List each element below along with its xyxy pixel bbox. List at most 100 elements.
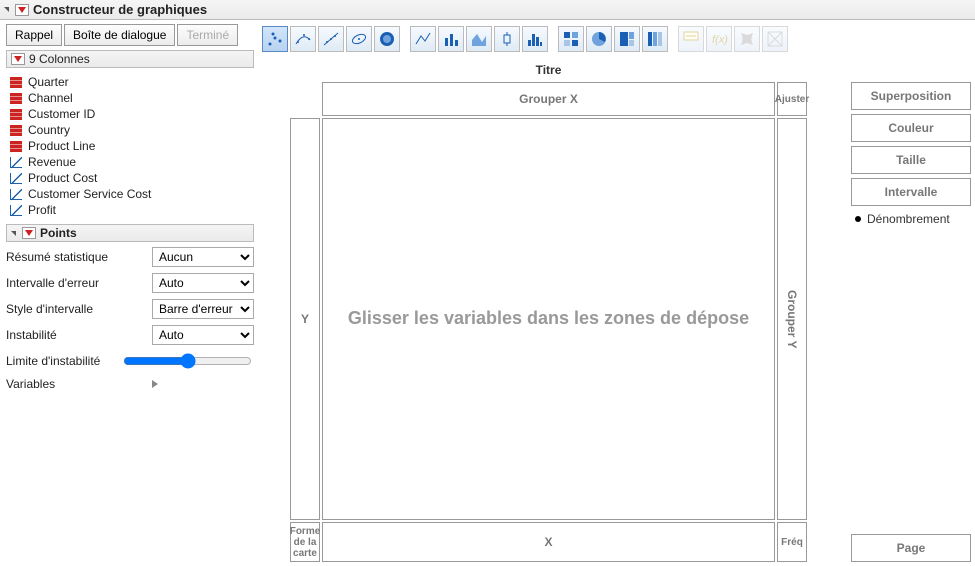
nominal-icon xyxy=(10,93,22,104)
columns-menu[interactable] xyxy=(11,53,25,65)
right-drop-column: Superposition Couleur Taille Intervalle … xyxy=(851,82,971,562)
jitter-label: Instabilité xyxy=(6,328,146,342)
chart-type-funnel[interactable] xyxy=(762,26,788,52)
column-item[interactable]: Quarter xyxy=(6,74,254,90)
group-x-zone[interactable]: Grouper X xyxy=(322,82,775,116)
column-item[interactable]: Customer ID xyxy=(6,106,254,122)
chart-type-pie[interactable] xyxy=(586,26,612,52)
canvas-area: f(x) Titre Grouper X Ajuster Y Glisser l… xyxy=(260,20,975,566)
chart-type-map[interactable] xyxy=(734,26,760,52)
chart-type-heatmap[interactable] xyxy=(558,26,584,52)
size-zone[interactable]: Taille xyxy=(851,146,971,174)
column-label: Customer ID xyxy=(28,107,95,121)
nominal-icon xyxy=(10,125,22,136)
overlay-zone[interactable]: Superposition xyxy=(851,82,971,110)
column-item[interactable]: Channel xyxy=(6,90,254,106)
column-item[interactable]: Product Cost xyxy=(6,170,254,186)
chart-type-treemap[interactable] xyxy=(614,26,640,52)
menu-triangle-icon xyxy=(18,7,26,13)
column-label: Profit xyxy=(28,203,56,217)
column-item[interactable]: Customer Service Cost xyxy=(6,186,254,202)
jitter-select[interactable]: Auto xyxy=(152,325,254,345)
column-label: Product Line xyxy=(28,139,95,153)
chart-type-parallel[interactable] xyxy=(678,26,704,52)
jitter-limit-label: Limite d'instabilité xyxy=(6,354,115,368)
chart-type-points-smooth[interactable] xyxy=(290,26,316,52)
summary-stat-label: Résumé statistique xyxy=(6,250,146,264)
group-y-zone[interactable]: Grouper Y xyxy=(777,118,807,520)
chart-type-bar[interactable] xyxy=(438,26,464,52)
continuous-icon xyxy=(10,173,22,184)
nominal-icon xyxy=(10,77,22,88)
count-item[interactable]: Dénombrement xyxy=(851,210,971,228)
bullet-icon xyxy=(855,216,861,222)
interval-style-select[interactable]: Barre d'erreur xyxy=(152,299,254,319)
column-label: Channel xyxy=(28,91,73,105)
column-item[interactable]: Product Line xyxy=(6,138,254,154)
points-section-header[interactable]: Points xyxy=(6,224,254,242)
disclosure-icon[interactable] xyxy=(4,7,9,12)
column-label: Quarter xyxy=(28,75,69,89)
nominal-icon xyxy=(10,141,22,152)
title-zone[interactable]: Titre xyxy=(322,60,775,80)
chart-drop-layout: Titre Grouper X Ajuster Y Glisser les va… xyxy=(262,60,971,562)
y-axis-zone[interactable]: Y xyxy=(290,118,320,520)
columns-header[interactable]: 9 Colonnes xyxy=(6,50,254,68)
map-shape-zone[interactable]: Forme de la carte xyxy=(290,522,320,562)
sidebar: Rappel Boîte de dialogue Terminé 9 Colon… xyxy=(0,20,260,566)
column-label: Customer Service Cost xyxy=(28,187,151,201)
page-zone[interactable]: Page xyxy=(851,534,971,562)
fit-zone[interactable]: Ajuster xyxy=(777,82,807,116)
continuous-icon xyxy=(10,189,22,200)
chart-type-histogram[interactable] xyxy=(522,26,548,52)
chart-type-points[interactable] xyxy=(262,26,288,52)
chart-type-points-line-fit[interactable] xyxy=(318,26,344,52)
x-axis-zone[interactable]: X xyxy=(322,522,775,562)
window-title: Constructeur de graphiques xyxy=(33,2,207,17)
columns-count: 9 Colonnes xyxy=(29,52,90,66)
left-gutter xyxy=(262,82,288,562)
interval-zone[interactable]: Intervalle xyxy=(851,178,971,206)
window-header: Constructeur de graphiques xyxy=(0,0,975,20)
column-label: Country xyxy=(28,123,70,137)
chart-type-boxplot[interactable] xyxy=(494,26,520,52)
column-item[interactable]: Profit xyxy=(6,202,254,218)
spacer xyxy=(809,82,849,562)
done-button: Terminé xyxy=(177,24,238,46)
nominal-icon xyxy=(10,109,22,120)
chart-type-ellipse[interactable] xyxy=(346,26,372,52)
chart-type-mosaic[interactable] xyxy=(642,26,668,52)
columns-list: Quarter Channel Customer ID Country Product … xyxy=(6,72,254,220)
error-interval-select[interactable]: Auto xyxy=(152,273,254,293)
points-menu[interactable] xyxy=(22,227,36,239)
dialog-button[interactable]: Boîte de dialogue xyxy=(64,24,175,46)
count-label: Dénombrement xyxy=(867,212,950,226)
column-item[interactable]: Revenue xyxy=(6,154,254,170)
continuous-icon xyxy=(10,205,22,216)
main-drop-zone[interactable]: Glisser les variables dans les zones de … xyxy=(322,118,775,520)
color-zone[interactable]: Couleur xyxy=(851,114,971,142)
chart-type-line[interactable] xyxy=(410,26,436,52)
column-label: Revenue xyxy=(28,155,76,169)
column-label: Product Cost xyxy=(28,171,97,185)
chart-type-toolbar: f(x) xyxy=(262,24,971,58)
freq-zone[interactable]: Fréq xyxy=(777,522,807,562)
points-section-title: Points xyxy=(40,226,77,240)
chart-type-contour[interactable] xyxy=(374,26,400,52)
disclosure-icon[interactable] xyxy=(11,231,16,236)
svg-text:f(x): f(x) xyxy=(712,34,728,46)
column-item[interactable]: Country xyxy=(6,122,254,138)
variables-label: Variables xyxy=(6,377,146,391)
menu-triangle-icon xyxy=(25,230,33,236)
summary-stat-select[interactable]: Aucun xyxy=(152,247,254,267)
recall-button[interactable]: Rappel xyxy=(6,24,62,46)
jitter-limit-slider[interactable] xyxy=(123,353,252,369)
error-interval-label: Intervalle d'erreur xyxy=(6,276,146,290)
chart-type-area[interactable] xyxy=(466,26,492,52)
continuous-icon xyxy=(10,157,22,168)
chart-type-formula[interactable]: f(x) xyxy=(706,26,732,52)
header-menu[interactable] xyxy=(15,4,29,16)
menu-triangle-icon xyxy=(14,56,22,62)
interval-style-label: Style d'intervalle xyxy=(6,302,146,316)
variables-expand-icon[interactable] xyxy=(152,380,158,388)
